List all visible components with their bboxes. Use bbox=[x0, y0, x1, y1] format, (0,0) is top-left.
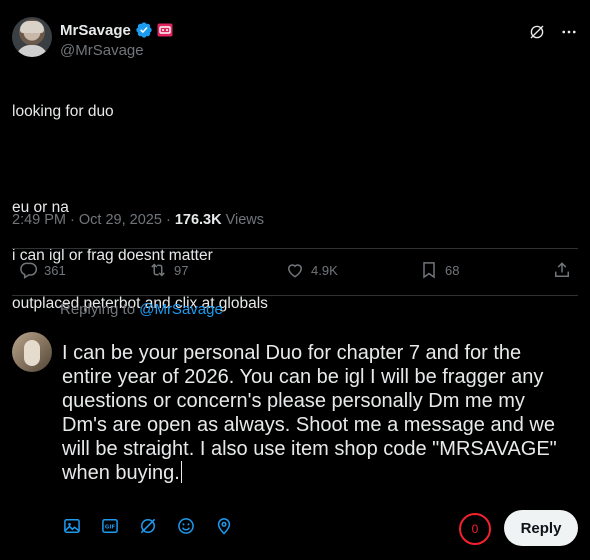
remaining-characters: 0 bbox=[471, 522, 479, 536]
divider bbox=[12, 295, 578, 296]
share-icon bbox=[555, 262, 569, 277]
bookmark-count: 68 bbox=[445, 262, 460, 278]
like-icon bbox=[287, 264, 303, 278]
tweet-header: MrSavage @MrSavage bbox=[12, 13, 578, 61]
reply-draft-text: I can be your personal Duo for chapter 7… bbox=[62, 342, 557, 484]
emoji-icon[interactable] bbox=[176, 516, 196, 536]
location-icon[interactable] bbox=[214, 516, 234, 536]
replying-to-prefix: Replying to bbox=[60, 301, 140, 318]
views-count: 176.3K bbox=[174, 212, 222, 228]
tweet-line: looking for duo bbox=[12, 103, 114, 120]
text-caret bbox=[180, 461, 183, 483]
image-icon[interactable] bbox=[62, 516, 82, 536]
bookmark-action[interactable]: 68 bbox=[419, 260, 459, 280]
grok-icon[interactable] bbox=[528, 23, 546, 41]
more-options-icon[interactable] bbox=[560, 23, 578, 41]
repost-count: 97 bbox=[174, 262, 189, 278]
composer-toolbar: GIF bbox=[62, 516, 234, 536]
reply-icon bbox=[20, 262, 38, 279]
svg-text:GIF: GIF bbox=[105, 525, 115, 531]
grok-icon[interactable] bbox=[138, 516, 158, 536]
repost-icon bbox=[151, 263, 165, 277]
bookmark-icon bbox=[423, 262, 435, 279]
repost-action[interactable]: 97 bbox=[148, 260, 188, 280]
affiliate-badge-icon bbox=[157, 23, 173, 37]
author-name-row: MrSavage bbox=[60, 21, 173, 39]
replying-to: Replying to @MrSavage bbox=[60, 301, 223, 318]
author-display-name[interactable]: MrSavage bbox=[60, 22, 131, 39]
reply-button[interactable]: Reply bbox=[504, 510, 578, 546]
share-action[interactable] bbox=[552, 260, 572, 280]
like-action[interactable]: 4.9K bbox=[285, 260, 338, 280]
current-user-avatar[interactable] bbox=[12, 332, 52, 372]
author-handle[interactable]: @MrSavage bbox=[60, 42, 144, 59]
replying-to-mention[interactable]: @MrSavage bbox=[139, 301, 223, 318]
verified-badge-icon bbox=[136, 22, 152, 38]
reply-draft-input[interactable]: I can be your personal Duo for chapter 7… bbox=[62, 341, 572, 485]
author-avatar[interactable] bbox=[12, 17, 52, 57]
gif-icon[interactable]: GIF bbox=[100, 516, 120, 536]
tweet-timestamp[interactable]: 2:49 PM · Oct 29, 2025 · bbox=[12, 212, 175, 228]
tweet-meta: 2:49 PM · Oct 29, 2025 · 176.3K Views bbox=[12, 212, 264, 228]
tweet-line bbox=[12, 148, 572, 172]
views-label: Views bbox=[221, 212, 265, 228]
reply-action[interactable]: 361 bbox=[18, 260, 66, 280]
like-count: 4.9K bbox=[311, 262, 338, 278]
tweet-actions: 361 97 4.9K 68 bbox=[12, 260, 578, 284]
reply-count: 361 bbox=[44, 262, 66, 278]
character-counter: 0 bbox=[459, 513, 491, 545]
divider bbox=[12, 248, 578, 249]
tweet-top-actions bbox=[528, 23, 578, 41]
